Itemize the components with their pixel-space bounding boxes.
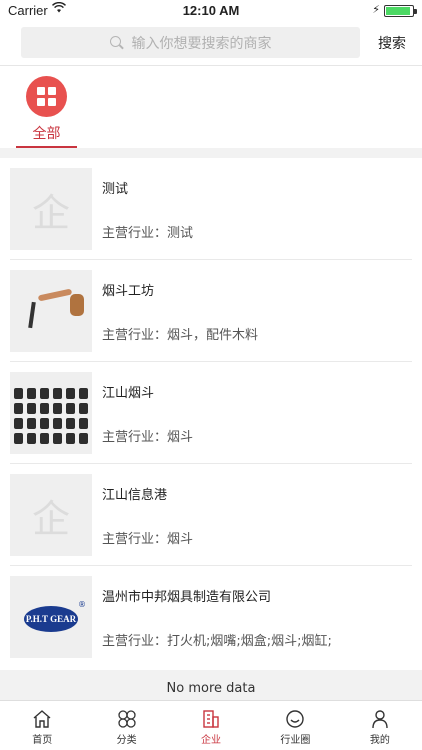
search-placeholder: 输入你想要搜索的商家 [131,35,272,52]
tab-all[interactable]: 全部 [16,76,77,148]
tab-all-label: 全部 [32,126,61,142]
tab-industry-circle[interactable]: 行业圈 [253,701,337,750]
search-button[interactable]: 搜索 [378,33,406,53]
clock-time: 12:10 AM [182,3,240,18]
company-name: 温州市中邦烟具制造有限公司 [102,590,272,605]
company-row[interactable]: 企 江山信息港 主营行业：烟斗 [10,464,412,566]
circle-icon [286,710,305,728]
tab-profile[interactable]: 我的 [338,701,422,750]
tab-home-label: 首页 [32,735,53,746]
search-bar: 输入你想要搜索的商家 搜索 [0,22,422,66]
charging-icon: ⚡ [372,3,380,16]
company-industry: 主营行业：烟斗 [102,532,194,547]
tab-profile-label: 我的 [369,735,390,746]
company-name: 烟斗工坊 [102,284,155,299]
company-row[interactable]: 企 测试 主营行业：测试 [10,158,412,260]
company-industry: 主营行业：测试 [102,226,194,241]
search-icon [109,35,124,50]
category-icon [117,710,136,728]
section-divider [0,148,422,158]
bottom-tab-bar: 首页 分类 企业 行业圈 我的 [0,700,422,750]
tab-category[interactable]: 分类 [84,701,168,750]
status-bar: Carrier 12:10 AM ⚡ [0,0,422,22]
company-name: 测试 [102,182,129,197]
search-input[interactable]: 输入你想要搜索的商家 [21,27,360,58]
company-placeholder-image: 企 [10,474,92,556]
company-name: 江山信息港 [102,488,168,503]
pipe-photo [10,270,92,352]
tab-enterprise[interactable]: 企业 [169,701,253,750]
company-row[interactable]: P.H.T GEAR ® 温州市中邦烟具制造有限公司 主营行业：打火机;烟嘴;烟盒… [10,566,412,668]
company-industry: 主营行业：烟斗 [102,430,194,445]
tab-category-label: 分类 [116,735,137,746]
company-row[interactable]: 烟斗工坊 主营行业：烟斗，配件木料 [10,260,412,362]
company-industry: 主营行业：打火机;烟嘴;烟盒;烟斗;烟缸; [102,634,332,649]
company-name: 江山烟斗 [102,386,155,401]
profile-icon [372,710,388,729]
company-row[interactable]: 江山烟斗 主营行业：烟斗 [10,362,412,464]
pht-gear-logo: P.H.T GEAR ® [10,576,92,658]
company-list: 企 测试 主营行业：测试 烟斗工坊 主营行业：烟斗，配件木料 江山烟斗 主营行业… [0,158,422,668]
grid-icon [26,76,67,117]
category-tabs: 全部 [0,66,422,148]
tab-home[interactable]: 首页 [0,701,84,750]
home-icon [33,710,51,728]
tab-industry-circle-label: 行业圈 [280,735,311,746]
battery-icon [384,5,417,17]
tab-enterprise-label: 企业 [201,735,222,746]
company-industry: 主营行业：烟斗，配件木料 [102,328,259,343]
list-end-message: No more data [0,670,422,700]
enterprise-icon [203,710,219,728]
keyboard-photo [10,372,92,454]
company-placeholder-image: 企 [10,168,92,250]
